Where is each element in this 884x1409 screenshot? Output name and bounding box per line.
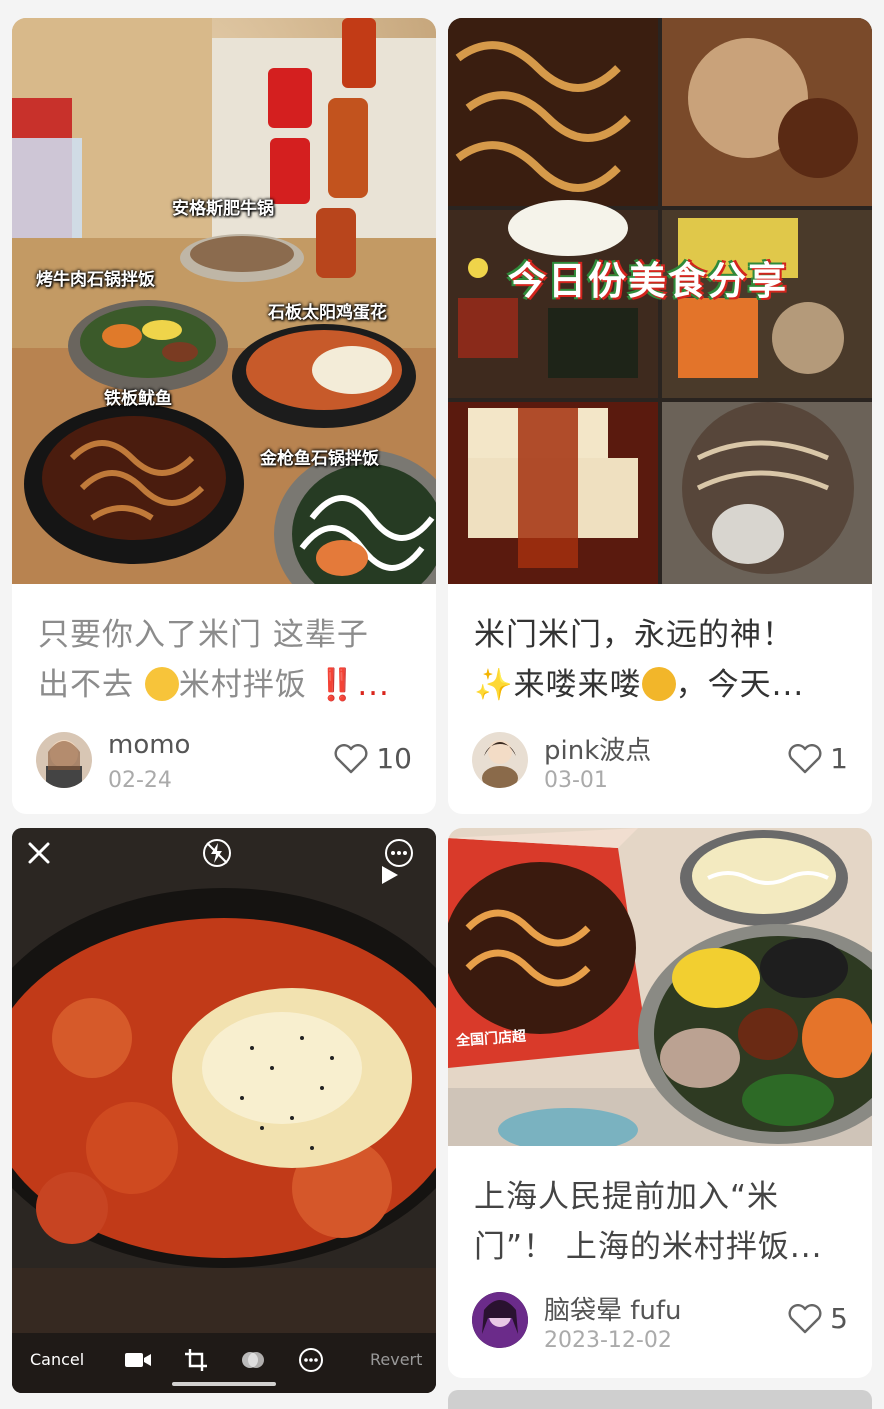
avatar[interactable] xyxy=(472,732,528,788)
dish-label: 石板太阳鸡蛋花 xyxy=(268,303,387,323)
post-title[interactable]: 只要你入了米门 这辈子 出不去 米村拌饭 ‼️... xyxy=(38,610,414,710)
post-card[interactable]: 安格斯肥牛锅 烤牛肉石锅拌饭 石板太阳鸡蛋花 铁板鱿鱼 金枪鱼石锅拌饭 只要你入… xyxy=(12,18,436,814)
dish-label: 铁板鱿鱼 xyxy=(104,389,172,409)
post-title-line: 只要你入了米门 这辈子 xyxy=(38,617,369,653)
like-count: 10 xyxy=(376,742,412,775)
post-card[interactable]: 全国门店超 上海人民提前加入“米 门”！ 上海的米村拌饭... 脑袋晕 fufu… xyxy=(448,828,872,1378)
post-title-line: 出不去 xyxy=(38,667,134,703)
smiley-emoji-icon xyxy=(144,667,179,701)
food-photo xyxy=(12,828,436,1393)
post-title-line: 米村拌饭 xyxy=(178,667,307,703)
post-image[interactable]: 全国门店超 xyxy=(448,828,872,1146)
avatar[interactable] xyxy=(472,1292,528,1348)
post-title[interactable]: 米门米门，永远的神！ ✨来喽来喽 ，今天... xyxy=(474,610,850,710)
like-button[interactable]: 10 xyxy=(334,742,412,775)
post-title[interactable]: 上海人民提前加入“米 门”！ 上海的米村拌饭... xyxy=(474,1172,850,1272)
close-icon[interactable] xyxy=(26,840,52,866)
like-button[interactable]: 5 xyxy=(788,1302,848,1335)
author-name[interactable]: pink波点 xyxy=(544,730,651,767)
food-photo xyxy=(448,828,872,1146)
post-title-line: ✨来喽来喽 xyxy=(474,667,642,703)
post-date: 02-24 xyxy=(108,768,172,793)
author-name[interactable]: momo xyxy=(108,730,190,760)
post-image[interactable]: Cancel Revert xyxy=(12,828,436,1393)
dish-label: 金枪鱼石锅拌饭 xyxy=(260,449,379,469)
more-circle-icon[interactable] xyxy=(298,1347,324,1373)
play-icon[interactable] xyxy=(380,864,400,886)
post-card[interactable]: 今日份美食分享 米门米门，永远的神！ ✨来喽来喽 ，今天... pink波点 03… xyxy=(448,18,872,814)
post-title-line: ，今天... xyxy=(675,667,805,703)
like-count: 1 xyxy=(830,742,848,775)
post-title-line: ‼️... xyxy=(317,667,390,703)
flash-off-icon[interactable] xyxy=(202,838,232,868)
like-button[interactable]: 1 xyxy=(788,742,848,775)
post-image[interactable]: 今日份美食分享 xyxy=(448,18,872,584)
heart-outline-icon xyxy=(788,1303,822,1333)
post-title-line: 上海人民提前加入“米 xyxy=(474,1179,780,1215)
video-icon[interactable] xyxy=(124,1350,152,1370)
home-indicator xyxy=(172,1382,276,1386)
post-date: 2023-12-02 xyxy=(544,1328,672,1353)
avatar[interactable] xyxy=(36,732,92,788)
dish-label: 烤牛肉石锅拌饭 xyxy=(36,270,155,290)
revert-button[interactable]: Revert xyxy=(370,1350,422,1369)
post-title-line: 门”！ 上海的米村拌饭... xyxy=(474,1229,823,1265)
crop-icon[interactable] xyxy=(184,1348,208,1372)
overlay-banner: 今日份美食分享 xyxy=(508,259,789,303)
dish-label: 安格斯肥牛锅 xyxy=(172,199,274,219)
party-face-emoji-icon xyxy=(641,667,676,701)
cancel-button[interactable]: Cancel xyxy=(30,1350,84,1369)
post-date: 03-01 xyxy=(544,768,608,793)
like-count: 5 xyxy=(830,1302,848,1335)
author-name[interactable]: 脑袋晕 fufu xyxy=(544,1290,682,1327)
post-image[interactable]: 安格斯肥牛锅 烤牛肉石锅拌饭 石板太阳鸡蛋花 铁板鱿鱼 金枪鱼石锅拌饭 xyxy=(12,18,436,584)
heart-outline-icon xyxy=(788,743,822,773)
post-card[interactable]: Cancel Revert xyxy=(12,828,436,1393)
heart-outline-icon xyxy=(334,743,368,773)
avatar-image xyxy=(482,740,518,788)
filter-icon[interactable] xyxy=(240,1348,266,1372)
post-title-line: 米门米门，永远的神！ xyxy=(474,617,794,653)
post-card[interactable] xyxy=(448,1390,872,1409)
avatar-image xyxy=(472,1292,528,1348)
avatar-image xyxy=(46,740,82,788)
